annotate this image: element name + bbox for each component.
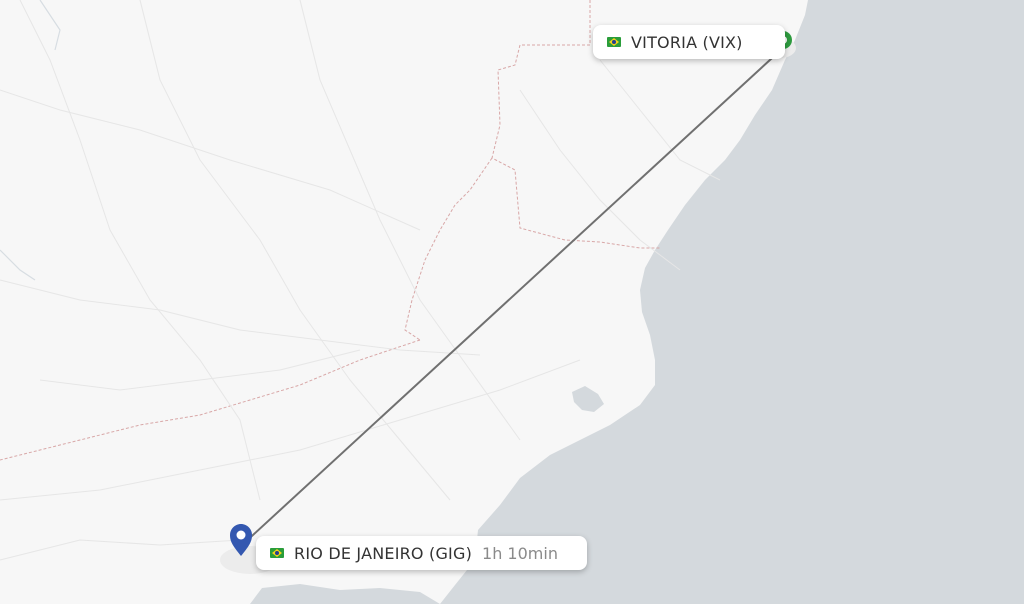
river-network: [0, 0, 61, 281]
brazil-flag-icon: [270, 548, 284, 558]
bay-area: [250, 584, 440, 604]
lagoon-area: [572, 386, 604, 412]
ocean-area: [440, 0, 1024, 604]
map-canvas: [0, 0, 1024, 604]
origin-airport-name: RIO DE JANEIRO (GIG): [294, 543, 473, 563]
brazil-flag-icon: [607, 37, 621, 47]
destination-airport-name: VITORIA (VIX): [631, 32, 743, 52]
destination-airport-label[interactable]: VITORIA (VIX): [593, 25, 785, 59]
route-map[interactable]: VITORIA (VIX) RIO DE JANEIRO (GIG) 1h 10…: [0, 0, 1024, 604]
flight-duration: 1h 10min: [482, 543, 558, 563]
origin-airport-label[interactable]: RIO DE JANEIRO (GIG) 1h 10min: [256, 536, 587, 570]
state-borders: [0, 0, 660, 461]
